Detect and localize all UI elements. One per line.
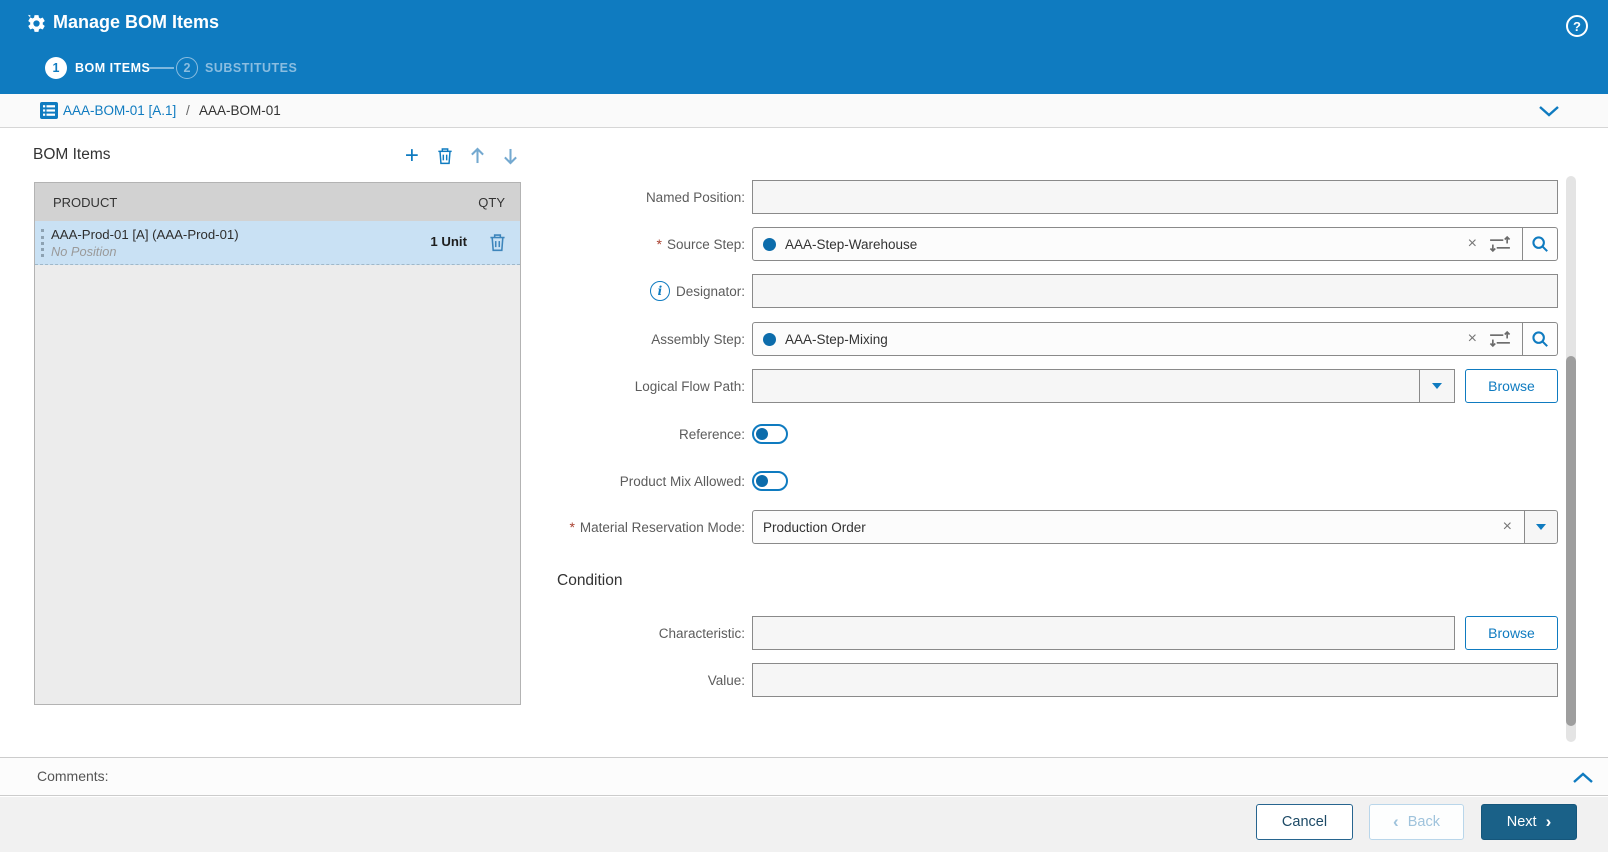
header-bar: Manage BOM Items ? 1 BOM ITEMS 2 SUBSTIT… xyxy=(0,0,1608,94)
move-up-icon[interactable] xyxy=(468,145,488,167)
reference-label: Reference: xyxy=(678,426,745,442)
material-reservation-mode-combo[interactable]: Production Order × xyxy=(752,510,1558,544)
material-reservation-mode-value: Production Order xyxy=(763,519,866,535)
required-marker: * xyxy=(569,519,575,535)
breadcrumb-current: AAA-BOM-01 xyxy=(199,103,281,118)
condition-section-title: Condition xyxy=(557,572,623,589)
assembly-step-value: AAA-Step-Mixing xyxy=(785,331,888,347)
cancel-button[interactable]: Cancel xyxy=(1256,804,1353,840)
material-reservation-mode-label: * Material Reservation Mode: xyxy=(569,519,745,535)
chevron-up-icon[interactable] xyxy=(1572,771,1594,784)
page-title: Manage BOM Items xyxy=(53,12,220,32)
value-input[interactable] xyxy=(752,663,1558,697)
characteristic-input[interactable] xyxy=(752,616,1455,650)
caret-down-icon[interactable] xyxy=(1419,370,1454,402)
gear-icon xyxy=(27,14,45,32)
wizard-step-1-circle[interactable]: 1 xyxy=(45,57,67,79)
comments-bar: Comments: xyxy=(0,757,1608,796)
clear-x-icon[interactable]: × xyxy=(1501,519,1514,535)
source-step-value: AAA-Step-Warehouse xyxy=(785,236,918,252)
trash-icon[interactable] xyxy=(435,145,455,167)
table-row[interactable]: AAA-Prod-01 [A] (AAA-Prod-01) No Positio… xyxy=(35,221,520,265)
product-mix-allowed-label: Product Mix Allowed: xyxy=(619,473,745,489)
entity-dot-icon xyxy=(763,237,776,251)
breadcrumb-separator: / xyxy=(186,103,190,118)
designator-input[interactable] xyxy=(752,274,1558,308)
search-icon[interactable] xyxy=(1522,228,1557,260)
column-header-product: PRODUCT xyxy=(53,194,118,210)
logical-flow-path-browse-button[interactable]: Browse xyxy=(1465,369,1558,403)
named-position-input[interactable] xyxy=(752,180,1558,214)
manage-bom-items-window: Manage BOM Items ? 1 BOM ITEMS 2 SUBSTIT… xyxy=(0,0,1608,852)
designator-label: i Designator: xyxy=(480,274,745,308)
named-position-label: Named Position: xyxy=(645,189,745,205)
breadcrumb-root-link[interactable]: AAA-BOM-01 [A.1] xyxy=(63,94,176,127)
clear-x-icon[interactable]: × xyxy=(1466,236,1479,252)
pick-sort-icon[interactable] xyxy=(1489,330,1511,348)
caret-down-icon[interactable] xyxy=(1524,511,1557,543)
pick-sort-icon[interactable] xyxy=(1489,235,1511,253)
wizard-step-1-label[interactable]: BOM ITEMS xyxy=(75,61,150,75)
bom-items-table: PRODUCT QTY AAA-Prod-01 [A] (AAA-Prod-01… xyxy=(34,182,521,705)
table-header-row: PRODUCT QTY xyxy=(35,183,520,221)
row-qty: 1 Unit xyxy=(430,234,467,249)
characteristic-browse-button[interactable]: Browse xyxy=(1465,616,1558,650)
add-icon[interactable]: + xyxy=(402,144,422,168)
bom-items-panel-title: BOM Items xyxy=(33,146,111,163)
next-button[interactable]: Next › xyxy=(1481,804,1577,840)
back-button[interactable]: ‹ Back xyxy=(1369,804,1464,840)
logical-flow-path-label: Logical Flow Path: xyxy=(634,378,745,394)
help-icon[interactable]: ? xyxy=(1566,15,1588,37)
clear-x-icon[interactable]: × xyxy=(1466,331,1479,347)
move-down-icon[interactable] xyxy=(500,145,520,167)
chevron-left-icon: ‹ xyxy=(1393,812,1399,831)
reference-toggle[interactable] xyxy=(752,424,788,444)
row-position: No Position xyxy=(51,244,117,259)
product-mix-allowed-toggle[interactable] xyxy=(752,471,788,491)
bom-table-icon xyxy=(40,102,58,119)
comments-label: Comments: xyxy=(37,768,109,784)
chevron-down-icon[interactable] xyxy=(1538,104,1560,118)
row-product-name: AAA-Prod-01 [A] (AAA-Prod-01) xyxy=(51,227,239,242)
wizard-step-connector xyxy=(149,67,174,69)
info-icon[interactable]: i xyxy=(649,281,670,301)
assembly-step-picker[interactable]: AAA-Step-Mixing × xyxy=(752,322,1558,356)
form-scrollbar-thumb[interactable] xyxy=(1566,356,1576,726)
bom-items-toolbar: + xyxy=(402,144,520,168)
footer-bar xyxy=(0,797,1608,852)
required-marker: * xyxy=(656,236,662,252)
breadcrumb: AAA-BOM-01 [A.1] / AAA-BOM-01 xyxy=(0,94,1608,128)
entity-dot-icon xyxy=(763,332,776,346)
wizard-step-2-circle[interactable]: 2 xyxy=(176,57,198,79)
logical-flow-path-combo[interactable] xyxy=(752,369,1455,403)
source-step-label: * Source Step: xyxy=(656,236,746,252)
drag-handle[interactable] xyxy=(41,229,44,257)
source-step-picker[interactable]: AAA-Step-Warehouse × xyxy=(752,227,1558,261)
characteristic-label: Characteristic: xyxy=(658,625,745,641)
value-label: Value: xyxy=(707,672,745,688)
search-icon[interactable] xyxy=(1522,323,1557,355)
assembly-step-label: Assembly Step: xyxy=(651,331,745,347)
wizard-step-2-label[interactable]: SUBSTITUTES xyxy=(205,61,297,75)
chevron-right-icon: › xyxy=(1545,812,1552,831)
